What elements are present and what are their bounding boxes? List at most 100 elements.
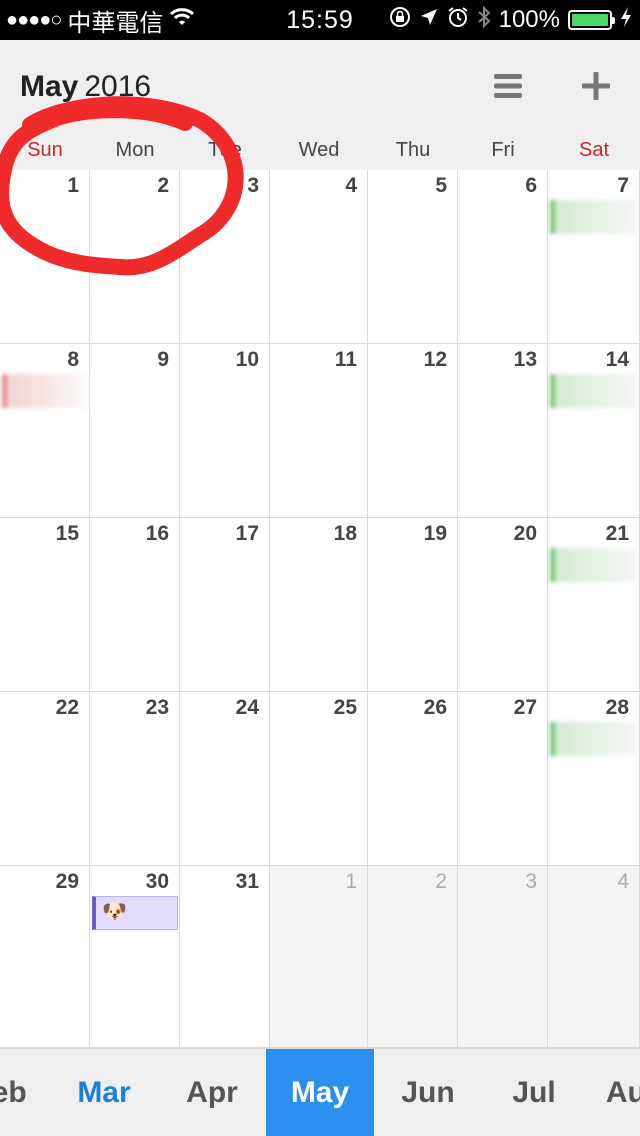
day-number: 15 bbox=[55, 522, 79, 545]
day-cell[interactable]: 17 bbox=[180, 518, 270, 692]
charging-icon bbox=[620, 6, 632, 35]
day-cell[interactable]: 1 bbox=[0, 170, 90, 344]
day-number: 31 bbox=[235, 870, 259, 893]
month-tab-aug[interactable]: Aug bbox=[590, 1049, 640, 1136]
day-cell[interactable]: 15 bbox=[0, 518, 90, 692]
day-number: 26 bbox=[423, 696, 447, 719]
day-cell[interactable]: 29 bbox=[0, 866, 90, 1048]
weekday-label-tue: Tue bbox=[208, 139, 242, 161]
day-cell[interactable]: 2 bbox=[368, 866, 458, 1048]
day-cell[interactable]: 11 bbox=[270, 344, 368, 518]
month-tab-may[interactable]: May bbox=[266, 1049, 374, 1136]
day-number: 2 bbox=[435, 870, 447, 893]
day-number: 10 bbox=[235, 348, 259, 371]
day-cell[interactable]: 26 bbox=[368, 692, 458, 866]
day-cell[interactable]: 12 bbox=[368, 344, 458, 518]
month-tab-feb[interactable]: Feb bbox=[0, 1049, 40, 1136]
day-cell[interactable]: 10 bbox=[180, 344, 270, 518]
day-cell[interactable]: 21 bbox=[548, 518, 640, 692]
day-number: 9 bbox=[157, 348, 169, 371]
event-chip[interactable] bbox=[550, 200, 638, 234]
location-icon bbox=[419, 6, 439, 34]
battery-icon bbox=[568, 10, 615, 30]
day-cell[interactable]: 20 bbox=[458, 518, 548, 692]
weekday-label-mon: Mon bbox=[115, 139, 155, 161]
day-cell[interactable]: 5 bbox=[368, 170, 458, 344]
day-number: 21 bbox=[605, 522, 629, 545]
day-number: 4 bbox=[617, 870, 629, 893]
alarm-icon bbox=[447, 6, 469, 35]
weekday-label-wed: Wed bbox=[298, 139, 340, 161]
day-number: 18 bbox=[333, 522, 357, 545]
menu-button[interactable] bbox=[488, 66, 528, 106]
add-event-button[interactable] bbox=[576, 66, 616, 106]
event-chip[interactable] bbox=[550, 548, 638, 582]
day-number: 27 bbox=[513, 696, 537, 719]
day-number: 5 bbox=[435, 174, 447, 197]
day-cell[interactable]: 4 bbox=[270, 170, 368, 344]
day-number: 25 bbox=[333, 696, 357, 719]
rotation-lock-icon bbox=[389, 6, 411, 35]
day-cell[interactable]: 3 bbox=[458, 866, 548, 1048]
day-cell[interactable]: 27 bbox=[458, 692, 548, 866]
status-right: 100% bbox=[389, 0, 632, 40]
day-cell[interactable]: 2 bbox=[90, 170, 180, 344]
day-number: 1 bbox=[345, 870, 357, 893]
event-chip[interactable] bbox=[550, 722, 638, 756]
month-tab-apr[interactable]: Apr bbox=[160, 1049, 264, 1136]
day-number: 13 bbox=[513, 348, 537, 371]
day-number: 29 bbox=[55, 870, 79, 893]
month-tab-jun[interactable]: Jun bbox=[374, 1049, 482, 1136]
day-number: 3 bbox=[247, 174, 259, 197]
weekday-label-sun: Sun bbox=[27, 139, 63, 161]
day-cell[interactable]: 3 bbox=[180, 170, 270, 344]
day-number: 19 bbox=[423, 522, 447, 545]
day-number: 2 bbox=[157, 174, 169, 197]
day-cell[interactable]: 24 bbox=[180, 692, 270, 866]
month-grid: 1 2 3 4 5 6 7 8 9 10 11 12 13 14 15 16 17 18 19 20 21 22 23 24 2… bbox=[0, 170, 640, 1048]
event-chip[interactable]: 🐶 bbox=[92, 896, 178, 930]
day-number: 30 bbox=[145, 870, 169, 893]
calendar-header: May 2016 bbox=[0, 40, 640, 130]
day-cell[interactable]: 4 bbox=[548, 866, 640, 1048]
day-cell[interactable]: 13 bbox=[458, 344, 548, 518]
day-cell[interactable]: 6 bbox=[458, 170, 548, 344]
event-chip[interactable] bbox=[2, 374, 88, 408]
day-cell[interactable]: 1 bbox=[270, 866, 368, 1048]
title-month: May bbox=[20, 70, 79, 103]
day-cell[interactable]: 9 bbox=[90, 344, 180, 518]
month-selector: Feb MarAprMayJunJulAug bbox=[0, 1048, 640, 1136]
day-cell[interactable]: 30 bbox=[90, 866, 180, 1048]
month-tab-mar[interactable]: Mar bbox=[52, 1049, 156, 1136]
day-cell[interactable]: 23 bbox=[90, 692, 180, 866]
day-cell[interactable]: 8 bbox=[0, 344, 90, 518]
status-bar: ●●●●○ 中華電信 15:59 100% bbox=[0, 0, 640, 40]
day-number: 20 bbox=[513, 522, 537, 545]
day-number: 3 bbox=[525, 870, 537, 893]
day-number: 17 bbox=[235, 522, 259, 545]
title-year: 2016 bbox=[84, 70, 152, 103]
bluetooth-icon bbox=[477, 5, 491, 35]
day-number: 14 bbox=[605, 348, 629, 371]
day-number: 6 bbox=[525, 174, 537, 197]
day-number: 8 bbox=[67, 348, 79, 371]
battery-percent: 100% bbox=[498, 6, 560, 33]
month-tab-jul[interactable]: Jul bbox=[482, 1049, 586, 1136]
day-cell[interactable]: 25 bbox=[270, 692, 368, 866]
day-number: 16 bbox=[145, 522, 169, 545]
day-cell[interactable]: 19 bbox=[368, 518, 458, 692]
day-cell[interactable]: 31 bbox=[180, 866, 270, 1048]
event-chip[interactable] bbox=[550, 374, 638, 408]
hamburger-icon bbox=[494, 74, 522, 98]
day-cell[interactable]: 22 bbox=[0, 692, 90, 866]
weekday-label-sat: Sat bbox=[578, 139, 610, 161]
day-cell[interactable]: 14 bbox=[548, 344, 640, 518]
weekday-header: Sun Mon Tue Wed Thu Fri Sat bbox=[0, 130, 640, 170]
day-cell[interactable]: 7 bbox=[548, 170, 640, 344]
day-number: 4 bbox=[345, 174, 357, 197]
day-cell[interactable]: 18 bbox=[270, 518, 368, 692]
day-number: 1 bbox=[67, 174, 79, 197]
page-title: May 2016 bbox=[20, 70, 151, 104]
day-cell[interactable]: 16 bbox=[90, 518, 180, 692]
day-cell[interactable]: 28 bbox=[548, 692, 640, 866]
